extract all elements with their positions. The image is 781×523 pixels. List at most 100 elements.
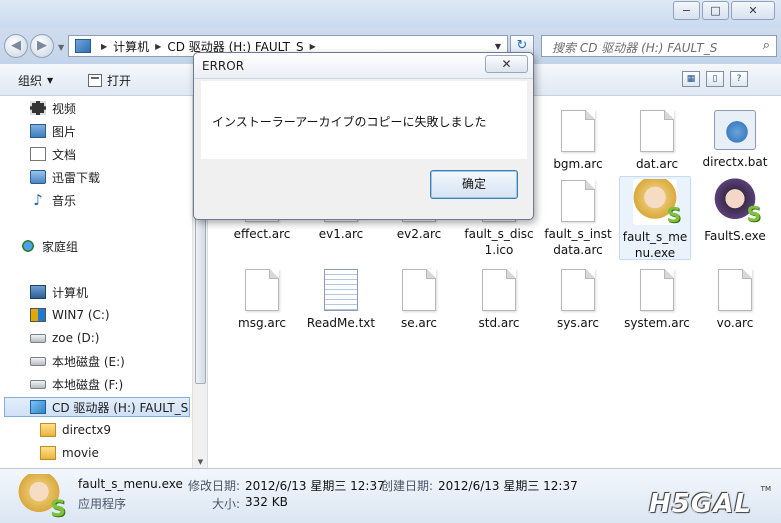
- open-label: 打开: [107, 74, 132, 88]
- search-input[interactable]: 搜索 CD 驱动器 (H:) FAULT_S ⌕: [541, 35, 777, 57]
- s-badge-icon: S: [666, 203, 681, 227]
- file-icon: [402, 269, 436, 311]
- file-name: se.arc: [400, 316, 438, 330]
- file-icon: [245, 269, 279, 311]
- sidebar-item-computer[interactable]: 计算机: [18, 282, 88, 302]
- details-created-label: 创建日期:: [381, 479, 434, 493]
- file-item[interactable]: system.arc: [621, 269, 693, 331]
- sidebar-item-drive-f[interactable]: 本地磁盘 (F:): [30, 374, 123, 394]
- details-created-value: 2012/6/13 星期三 12:37: [438, 479, 578, 493]
- file-item[interactable]: se.arc: [383, 269, 455, 331]
- sidebar-item-homegroup[interactable]: 家庭组: [20, 236, 78, 256]
- file-item[interactable]: dat.arc: [621, 110, 693, 172]
- sidebar-item-label: 音乐: [52, 193, 77, 208]
- dialog-message: インストーラーアーカイブのコピーに失敗しました: [212, 115, 487, 129]
- breadcrumb-chevron-icon[interactable]: ▶: [101, 42, 107, 51]
- close-button[interactable]: ✕: [731, 1, 775, 20]
- sidebar-item-label: CD 驱动器 (H:) FAULT_S: [52, 400, 189, 415]
- file-name: fault_s_disc1.ico: [464, 227, 534, 257]
- open-button[interactable]: 打开: [88, 72, 131, 89]
- address-dropdown-icon[interactable]: ▼: [495, 42, 501, 51]
- file-name: ReadMe.txt: [306, 316, 376, 330]
- breadcrumb-chevron-icon[interactable]: ▶: [155, 42, 161, 51]
- dialog-title: ERROR: [202, 59, 245, 73]
- file-name: bgm.arc: [553, 157, 603, 171]
- search-placeholder: 搜索 CD 驱动器 (H:) FAULT_S: [552, 41, 718, 55]
- music-icon: ♪: [33, 191, 43, 209]
- hard-drive-icon: [30, 379, 46, 389]
- help-button[interactable]: ?: [730, 71, 748, 87]
- file-item[interactable]: ReadMe.txt: [305, 269, 377, 331]
- file-item[interactable]: vo.arc: [699, 269, 771, 331]
- sidebar-item-label: 本地磁盘 (F:): [52, 377, 124, 392]
- app-character-icon: S: [713, 178, 761, 226]
- ok-button[interactable]: 确定: [430, 170, 518, 199]
- picture-icon: [30, 124, 46, 138]
- file-name: std.arc: [478, 316, 520, 330]
- sidebar-item-label: 计算机: [52, 285, 89, 300]
- file-item-selected[interactable]: S fault_s_menu.exe: [619, 176, 691, 260]
- sidebar-item-folder-movie[interactable]: movie: [40, 443, 99, 463]
- sidebar-item-label: 文档: [52, 147, 77, 162]
- file-icon: [640, 269, 674, 311]
- breadcrumb-chevron-icon[interactable]: ▶: [310, 42, 316, 51]
- organize-button[interactable]: 组织 ▼: [18, 72, 53, 89]
- file-item[interactable]: S FaultS.exe: [699, 178, 771, 244]
- batch-file-icon: [714, 110, 756, 150]
- app-character-icon: S: [18, 474, 66, 522]
- homegroup-icon: [20, 239, 36, 253]
- file-name: fault_s_instdata.arc: [544, 227, 612, 257]
- file-name: vo.arc: [716, 316, 754, 330]
- details-modified-value: 2012/6/13 星期三 12:37: [245, 479, 385, 493]
- sidebar-item-label: WIN7 (C:): [52, 308, 110, 322]
- sidebar-item-pictures[interactable]: 图片: [30, 121, 76, 141]
- preview-pane-button[interactable]: ▯: [706, 71, 724, 87]
- cd-drive-icon: [75, 39, 91, 53]
- file-name: ev1.arc: [318, 227, 364, 241]
- minimize-button[interactable]: −: [673, 1, 700, 20]
- details-type: 应用程序: [78, 497, 127, 511]
- file-name: system.arc: [624, 316, 690, 330]
- sidebar-item-label: 本地磁盘 (E:): [52, 354, 125, 369]
- file-name: msg.arc: [238, 316, 286, 330]
- file-item[interactable]: directx.bat: [699, 110, 771, 170]
- file-item[interactable]: msg.arc: [226, 269, 298, 331]
- sidebar-item-label: directx9: [62, 423, 112, 437]
- back-button[interactable]: ◀: [4, 34, 28, 58]
- sidebar-item-documents[interactable]: 文档: [30, 144, 76, 164]
- breadcrumb-computer[interactable]: 计算机: [113, 38, 149, 55]
- text-file-icon: [324, 269, 358, 311]
- sidebar-item-drive-e[interactable]: 本地磁盘 (E:): [30, 351, 125, 371]
- download-icon: [30, 170, 46, 184]
- hard-drive-icon: [30, 333, 46, 343]
- file-item[interactable]: fault_s_instdata.arc: [542, 180, 614, 258]
- sidebar-item-videos[interactable]: 视频: [30, 98, 76, 118]
- sidebar-item-music[interactable]: ♪ 音乐: [30, 190, 76, 210]
- details-modified-label: 修改日期:: [188, 479, 241, 493]
- s-badge-icon: S: [746, 202, 761, 226]
- file-icon: [561, 269, 595, 311]
- view-controls: ▦ ▯ ?: [682, 71, 748, 87]
- file-item[interactable]: std.arc: [463, 269, 535, 331]
- dialog-close-button[interactable]: ✕: [485, 55, 528, 73]
- sidebar-item-drive-d[interactable]: zoe (D:): [30, 328, 99, 348]
- file-item[interactable]: bgm.arc: [542, 110, 614, 172]
- sidebar-item-folder-directx9[interactable]: directx9: [40, 420, 111, 440]
- search-icon[interactable]: ⌕: [763, 38, 770, 53]
- view-options-button[interactable]: ▦: [682, 71, 700, 87]
- error-dialog: ERROR ✕ インストーラーアーカイブのコピーに失敗しました 确定: [193, 52, 534, 220]
- maximize-button[interactable]: □: [702, 1, 729, 20]
- history-dropdown-icon[interactable]: ▼: [58, 43, 64, 52]
- hard-drive-icon: [30, 356, 46, 366]
- forward-button[interactable]: ▶: [30, 34, 54, 58]
- sidebar-item-downloads[interactable]: 迅雷下载: [30, 167, 100, 187]
- watermark-text: H5GAL: [649, 489, 752, 519]
- windows-drive-icon: [30, 308, 46, 322]
- scroll-down-icon[interactable]: ▼: [193, 458, 208, 466]
- sidebar-item-drive-c[interactable]: WIN7 (C:): [30, 305, 110, 325]
- sidebar-item-cd-drive[interactable]: CD 驱动器 (H:) FAULT_S: [4, 397, 190, 417]
- watermark-tm: TM: [760, 485, 771, 493]
- file-item[interactable]: sys.arc: [542, 269, 614, 331]
- file-icon: [482, 269, 516, 311]
- dialog-titlebar[interactable]: ERROR ✕: [194, 53, 533, 79]
